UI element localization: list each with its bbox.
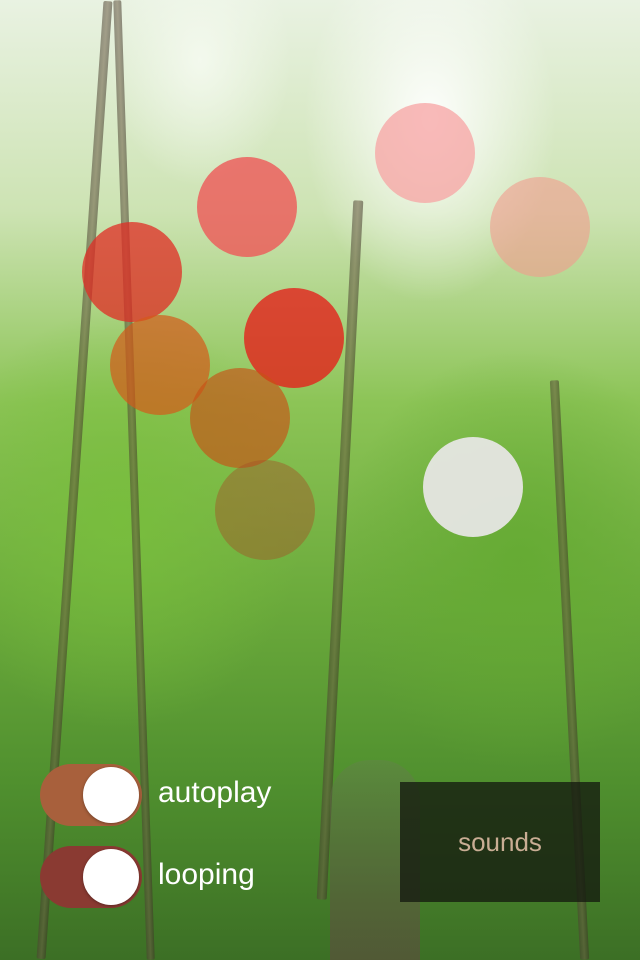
autoplay-label: autoplay xyxy=(158,776,272,809)
ball-red-left[interactable] xyxy=(82,222,182,322)
ball-brown[interactable] xyxy=(215,460,315,560)
ball-white[interactable] xyxy=(423,437,523,537)
autoplay-toggle[interactable] xyxy=(40,764,142,826)
sounds-button-label: sounds xyxy=(458,826,542,857)
ball-pink-top[interactable] xyxy=(375,103,475,203)
ball-pink-right[interactable] xyxy=(490,177,590,277)
looping-toggle-knob[interactable] xyxy=(83,849,139,905)
sounds-button[interactable]: sounds xyxy=(400,782,600,902)
looping-label: looping xyxy=(158,858,255,891)
ball-red-top[interactable] xyxy=(197,157,297,257)
autoplay-toggle-knob[interactable] xyxy=(83,767,139,823)
looping-toggle[interactable] xyxy=(40,846,142,908)
ball-orange-middle[interactable] xyxy=(190,368,290,468)
